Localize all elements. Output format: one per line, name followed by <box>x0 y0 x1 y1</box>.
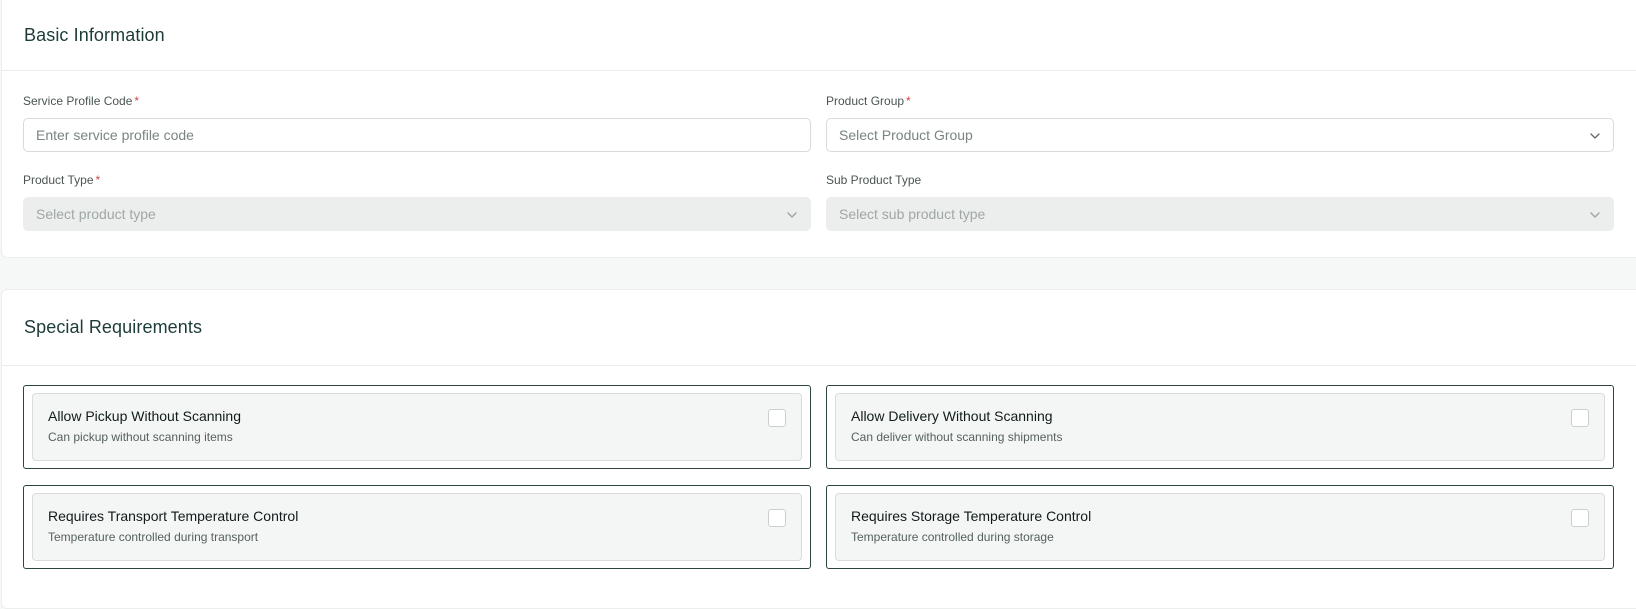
basic-information-card: Basic Information Service Profile Code * … <box>1 0 1636 258</box>
requirement-checkbox[interactable] <box>1571 509 1589 527</box>
chevron-down-icon <box>787 212 797 218</box>
product-group-select[interactable]: Select Product Group <box>826 118 1614 152</box>
requirement-title: Allow Delivery Without Scanning <box>851 408 1053 424</box>
requirement-storage-temperature-control[interactable]: Requires Storage Temperature Control Tem… <box>826 485 1614 569</box>
product-group-field: Product Group * Select Product Group <box>826 93 1614 152</box>
requirement-allow-pickup-without-scanning[interactable]: Allow Pickup Without Scanning Can pickup… <box>23 385 811 469</box>
required-mark: * <box>95 173 101 187</box>
service-profile-code-label: Service Profile Code * <box>23 94 140 108</box>
special-requirements-header: Special Requirements <box>2 290 1636 366</box>
service-profile-code-field: Service Profile Code * Enter service prof… <box>23 93 811 152</box>
requirement-allow-delivery-without-scanning[interactable]: Allow Delivery Without Scanning Can deli… <box>826 385 1614 469</box>
basic-information-header: Basic Information <box>2 0 1636 71</box>
requirement-title: Requires Storage Temperature Control <box>851 508 1092 524</box>
sub-product-type-field: Sub Product Type Select sub product type <box>826 172 1614 231</box>
product-type-label: Product Type * <box>23 173 101 187</box>
requirement-card-inner: Requires Transport Temperature Control T… <box>32 493 802 561</box>
special-requirements-card: Special Requirements Allow Pickup Withou… <box>1 289 1636 609</box>
product-type-select[interactable]: Select product type <box>23 197 811 231</box>
requirement-title: Allow Pickup Without Scanning <box>48 408 241 424</box>
requirement-transport-temperature-control[interactable]: Requires Transport Temperature Control T… <box>23 485 811 569</box>
product-type-field: Product Type * Select product type <box>23 172 811 231</box>
product-type-placeholder: Select product type <box>36 206 156 222</box>
requirement-description: Can pickup without scanning items <box>48 430 233 444</box>
sub-product-type-label: Sub Product Type <box>826 173 922 187</box>
requirement-description: Can deliver without scanning shipments <box>851 430 1063 444</box>
service-profile-code-placeholder: Enter service profile code <box>36 127 194 143</box>
sub-product-type-placeholder: Select sub product type <box>839 206 986 222</box>
product-group-placeholder: Select Product Group <box>839 127 973 143</box>
requirement-description: Temperature controlled during transport <box>48 530 259 544</box>
requirement-checkbox[interactable] <box>768 409 786 427</box>
service-profile-code-input[interactable]: Enter service profile code <box>23 118 811 152</box>
requirement-title: Requires Transport Temperature Control <box>48 508 299 524</box>
requirement-checkbox[interactable] <box>768 509 786 527</box>
required-mark: * <box>134 94 140 108</box>
chevron-down-icon <box>1590 212 1600 218</box>
required-mark: * <box>906 94 911 108</box>
basic-information-title: Basic Information <box>24 25 165 45</box>
requirement-description: Temperature controlled during storage <box>851 530 1054 544</box>
requirement-card-inner: Allow Pickup Without Scanning Can pickup… <box>32 393 802 461</box>
requirement-card-inner: Allow Delivery Without Scanning Can deli… <box>835 393 1605 461</box>
product-group-label: Product Group * <box>826 94 911 108</box>
special-requirements-title: Special Requirements <box>24 317 203 337</box>
sub-product-type-select[interactable]: Select sub product type <box>826 197 1614 231</box>
chevron-down-icon <box>1590 133 1600 139</box>
requirement-card-inner: Requires Storage Temperature Control Tem… <box>835 493 1605 561</box>
requirement-checkbox[interactable] <box>1571 409 1589 427</box>
